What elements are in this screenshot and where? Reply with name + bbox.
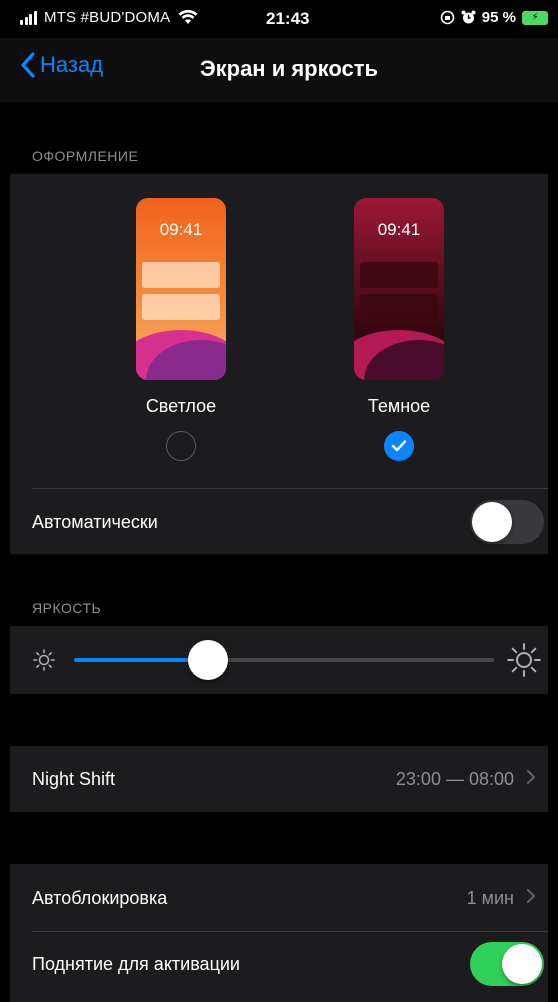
- alarm-icon: [461, 10, 476, 24]
- automatic-toggle[interactable]: [470, 500, 544, 544]
- wifi-icon: [178, 10, 198, 24]
- auto-lock-row[interactable]: Автоблокировка 1 мин: [10, 866, 548, 930]
- dark-radio-button[interactable]: [384, 431, 414, 461]
- dark-preview-notification: [360, 294, 438, 320]
- appearance-header: ОФОРМЛЕНИЕ: [32, 148, 139, 164]
- brightness-header: ЯРКОСТЬ: [32, 600, 102, 616]
- checkmark-icon: [391, 440, 407, 452]
- appearance-option-light[interactable]: 09:41 Светлое: [101, 198, 261, 461]
- dark-option-label: Темное: [367, 396, 431, 416]
- night-shift-group: Night Shift 23:00 — 08:00: [10, 746, 548, 812]
- brightness-slider[interactable]: [74, 640, 494, 680]
- night-shift-label: Night Shift: [32, 768, 116, 789]
- page-title: Экран и яркость: [199, 56, 379, 81]
- settings-screen: MTS #BUD'DOMA 21:43 95 % ⚡ Назад Экран и…: [0, 0, 558, 1002]
- toggle-knob: [502, 944, 542, 984]
- nav-bar: Назад Экран и яркость: [0, 38, 558, 102]
- appearance-group: 09:41 Светлое 09:41 Темное Автоматически: [10, 174, 548, 554]
- light-option-label: Светлое: [145, 396, 217, 416]
- automatic-label: Автоматически: [32, 511, 158, 532]
- night-shift-schedule: 23:00 — 08:00: [395, 768, 514, 789]
- dark-mode-preview[interactable]: 09:41: [354, 198, 444, 380]
- chevron-right-icon: [526, 887, 536, 910]
- automatic-row: Автоматически: [10, 490, 548, 554]
- appearance-option-dark[interactable]: 09:41 Темное: [319, 198, 479, 461]
- battery-percent: 95 %: [481, 9, 516, 26]
- sun-small-icon: [33, 649, 55, 671]
- light-preview-notification: [142, 294, 220, 320]
- orientation-lock-icon: [440, 10, 455, 25]
- status-bar: MTS #BUD'DOMA 21:43 95 % ⚡: [0, 0, 558, 38]
- light-preview-notification: [142, 262, 220, 288]
- night-shift-row[interactable]: Night Shift 23:00 — 08:00: [10, 747, 548, 811]
- raise-to-wake-label: Поднятие для активации: [32, 953, 240, 974]
- status-left: MTS #BUD'DOMA: [20, 9, 198, 26]
- raise-to-wake-toggle[interactable]: [470, 942, 544, 986]
- cellular-signal-icon: [20, 10, 38, 25]
- battery-charging-icon: ⚡: [522, 10, 548, 25]
- separator: [32, 488, 548, 489]
- brightness-group: [10, 626, 548, 694]
- status-right: 95 % ⚡: [440, 9, 548, 26]
- carrier-name: MTS #BUD'DOMA: [44, 9, 171, 26]
- lock-group: Автоблокировка 1 мин Поднятие для актива…: [10, 864, 548, 1002]
- dark-preview-notification: [360, 262, 438, 288]
- toggle-knob: [472, 502, 512, 542]
- chevron-right-icon: [526, 768, 536, 791]
- raise-to-wake-row: Поднятие для активации: [10, 932, 548, 996]
- light-radio-button[interactable]: [166, 431, 196, 461]
- light-preview-time: 09:41: [159, 220, 203, 239]
- dark-preview-time: 09:41: [377, 220, 421, 239]
- light-mode-preview[interactable]: 09:41: [136, 198, 226, 380]
- auto-lock-label: Автоблокировка: [32, 887, 168, 908]
- brightness-slider-thumb[interactable]: [188, 640, 229, 680]
- auto-lock-value: 1 мин: [466, 887, 514, 908]
- status-time: 21:43: [266, 9, 310, 28]
- sun-large-icon: [507, 643, 541, 677]
